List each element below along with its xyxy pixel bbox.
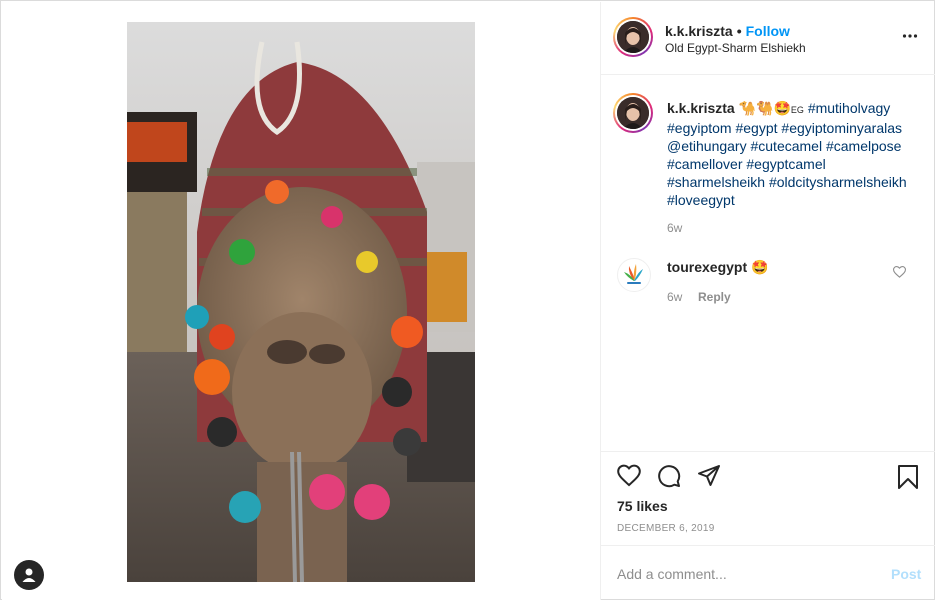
caption-username[interactable]: k.k.kriszta xyxy=(667,100,735,116)
tourex-logo xyxy=(624,264,643,284)
comment-like-heart-icon[interactable] xyxy=(893,266,906,278)
comment-input[interactable] xyxy=(617,564,867,584)
comment-reply-button[interactable]: Reply xyxy=(698,290,731,304)
action-bar: 75 likes DECEMBER 6, 2019 xyxy=(601,451,935,546)
caption-avatar[interactable] xyxy=(613,93,653,133)
follow-button[interactable]: Follow xyxy=(746,23,790,39)
bookmark-icon[interactable] xyxy=(897,464,919,490)
flag-text: EG xyxy=(790,105,804,115)
more-options-icon[interactable] xyxy=(902,28,918,44)
author-avatar[interactable] xyxy=(613,17,653,57)
post-caption: k.k.kriszta 🐪🐫🤩EG #mutiholvagy #egyiptom… xyxy=(667,99,917,209)
post-sidebar: k.k.kriszta • Follow Old Egypt-Sharm Elshi… xyxy=(601,2,935,600)
heart-icon[interactable] xyxy=(617,464,641,488)
comments-section: k.k.kriszta 🐪🐫🤩EG #mutiholvagy #egyiptom… xyxy=(601,75,935,451)
author-line: k.k.kriszta • Follow xyxy=(665,23,790,39)
caption-author-photo xyxy=(617,97,649,129)
author-photo xyxy=(617,21,649,53)
likes-count[interactable]: 75 likes xyxy=(617,498,668,514)
post-photo[interactable] xyxy=(127,22,475,582)
commenter-username[interactable]: tourexegypt xyxy=(667,259,747,275)
separator-dot: • xyxy=(736,23,742,39)
location-link[interactable]: Old Egypt-Sharm Elshiekh xyxy=(665,41,806,55)
caption-hashtags[interactable]: #egyiptom #egypt #egyiptominyaralas @eti… xyxy=(667,120,907,208)
caption-hashtag[interactable]: #mutiholvagy xyxy=(808,100,891,116)
share-icon[interactable] xyxy=(697,464,721,488)
camel-photo-illustration xyxy=(127,22,475,582)
user-icon xyxy=(22,568,36,582)
post-dialog: k.k.kriszta • Follow Old Egypt-Sharm Elshi… xyxy=(0,0,935,600)
comment-text: 🤩 xyxy=(751,260,769,276)
author-username[interactable]: k.k.kriszta xyxy=(665,23,733,39)
comment-icon[interactable] xyxy=(657,464,681,488)
media-panel xyxy=(2,2,601,600)
post-comment-button[interactable]: Post xyxy=(891,566,921,582)
comment-composer: Post xyxy=(601,545,935,601)
caption-emojis: 🐪🐫🤩 xyxy=(738,101,791,117)
comment-body: tourexegypt 🤩 xyxy=(667,259,768,276)
post-date[interactable]: DECEMBER 6, 2019 xyxy=(617,523,715,534)
viewer-avatar[interactable] xyxy=(14,560,44,590)
caption-timestamp[interactable]: 6w xyxy=(667,221,682,235)
commenter-avatar[interactable] xyxy=(617,258,651,292)
post-header: k.k.kriszta • Follow Old Egypt-Sharm Elshi… xyxy=(601,2,935,75)
comment-timestamp[interactable]: 6w xyxy=(667,290,682,304)
